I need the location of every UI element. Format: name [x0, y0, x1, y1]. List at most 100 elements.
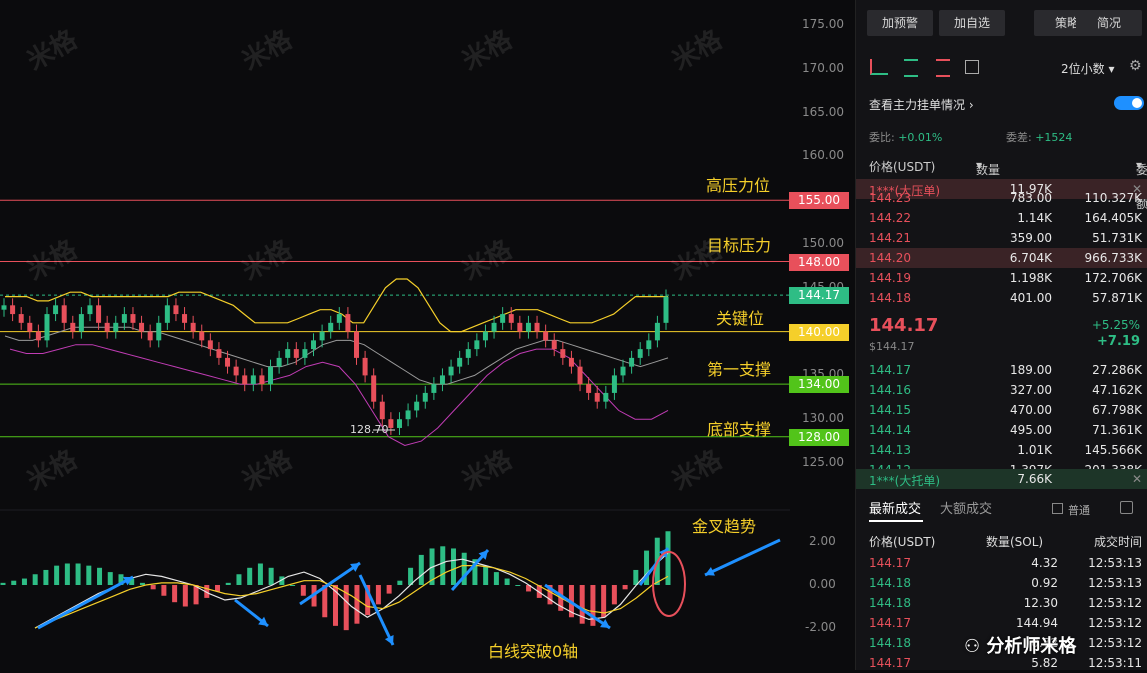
ask-row[interactable]: 144.23 783.00 110.327K	[856, 188, 1147, 208]
candle-body	[10, 305, 16, 315]
chart-area[interactable]: 高压力位 目标压力 关键位 第一支撑 底部支撑 金叉趋势 白线突破0轴 128.…	[0, 0, 855, 670]
macd-tick-label: -2.00	[805, 620, 837, 634]
candle-body	[525, 322, 531, 332]
candle-body	[293, 349, 299, 358]
bid-row[interactable]: 144.16 327.00 47.162K	[856, 380, 1147, 400]
bid-view-icon[interactable]	[904, 59, 918, 77]
trade-col-qty: 数量(SOL)	[986, 535, 1044, 549]
candle-body	[371, 375, 377, 402]
candle-body	[70, 322, 76, 332]
candle-body	[577, 366, 583, 385]
row-qty: 401.00	[1010, 291, 1052, 305]
col-qty[interactable]: 数量 (SOL) ▾	[976, 158, 1009, 192]
candle-body	[353, 331, 359, 358]
tab-latest-trades[interactable]: 最新成交	[869, 498, 921, 517]
macd-tick-label: 0.00	[809, 577, 836, 591]
row-total: 67.798K	[1092, 403, 1142, 417]
y-tick-label: 130.00	[802, 411, 844, 426]
toggle-knob	[1132, 98, 1142, 108]
bid-row[interactable]: 144.14 495.00 71.361K	[856, 420, 1147, 440]
both-side-view-icon[interactable]	[870, 59, 888, 75]
macd-bar	[247, 567, 253, 585]
change-abs: +7.19	[1097, 334, 1140, 349]
candle-body	[663, 296, 669, 323]
candle-body	[465, 349, 471, 358]
macd-tick-label: 2.00	[809, 534, 836, 548]
precision-select[interactable]: 2位小数 ▾	[1061, 60, 1114, 77]
macd-bar	[397, 580, 403, 585]
candle-body	[302, 349, 308, 358]
layout-icon[interactable]	[965, 60, 979, 74]
trade-col-price: 价格(USDT)	[869, 535, 936, 549]
main-order-toggle[interactable]	[1114, 96, 1144, 110]
trade-time: 12:53:13	[1088, 556, 1142, 570]
candle-body	[654, 322, 660, 341]
candle-body	[448, 366, 454, 376]
candle-body	[500, 314, 506, 323]
trade-time: 12:53:12	[1088, 596, 1142, 610]
y-tick-label: 165.00	[802, 104, 844, 119]
candle-body	[35, 331, 41, 341]
annotation-golden-cross: 金叉趋势	[692, 517, 757, 536]
row-price: 144.18	[869, 291, 911, 305]
bid-row[interactable]: 144.15 470.00 67.798K	[856, 400, 1147, 420]
candle-body	[439, 375, 445, 385]
row-price: 144.20	[869, 251, 911, 265]
macd-bar	[493, 572, 499, 585]
tab-large-trades[interactable]: 大额成交	[940, 498, 992, 517]
candle-body	[388, 419, 394, 428]
trade-qty: 0.92	[1031, 576, 1058, 590]
wei-bi: 委比: +0.01%	[869, 129, 942, 145]
ask-row[interactable]: 144.20 6.704K 966.733K	[856, 248, 1147, 268]
macd-bar	[161, 585, 167, 596]
macd-bar	[32, 574, 38, 585]
order-book-panel: 加预警 加自选 策略 简况 2位小数 ▾ ⚙ 查看主力挂单情况 › 委比: +0…	[855, 0, 1147, 670]
candle-body	[482, 331, 488, 341]
add-alert-button[interactable]: 加预警	[867, 10, 933, 36]
candle-body	[534, 322, 540, 332]
candle-body	[603, 392, 609, 402]
ask-row[interactable]: 144.21 359.00 51.731K	[856, 228, 1147, 248]
ask-row[interactable]: 144.22 1.14K 164.405K	[856, 208, 1147, 228]
macd-bar	[225, 582, 231, 585]
candle-body	[637, 349, 643, 358]
ask-row[interactable]: 144.18 401.00 57.871K	[856, 288, 1147, 308]
row-total: 57.871K	[1092, 291, 1142, 305]
candle-body	[139, 322, 145, 332]
bid-row[interactable]: 144.13 1.01K 145.566K	[856, 440, 1147, 460]
candle-body	[491, 322, 497, 332]
macd-bar	[515, 585, 521, 586]
col-total[interactable]: 委托额 ▾	[1136, 158, 1147, 211]
change-percent: +5.25%	[1091, 318, 1140, 332]
candle-body	[207, 340, 213, 350]
trade-row: 144.18 12.30 12:53:12	[856, 593, 1147, 613]
overview-button[interactable]: 简况	[1076, 10, 1142, 36]
brand-text: 分析师米格	[986, 636, 1077, 657]
normal-checkbox[interactable]	[1052, 503, 1063, 514]
candle-body	[594, 392, 600, 402]
ask-row[interactable]: 144.19 1.198K 172.706K	[856, 268, 1147, 288]
price-chart[interactable]	[0, 0, 855, 670]
macd-bar	[450, 548, 456, 585]
big-bid-row[interactable]: 1***(大托单) 7.66K ✕	[856, 469, 1147, 489]
trade-qty: 5.82	[1031, 656, 1058, 670]
candle-body	[311, 340, 317, 350]
main-order-link[interactable]: 查看主力挂单情况 ›	[869, 96, 974, 113]
ask-view-icon[interactable]	[936, 59, 950, 77]
wei-bi-value: +0.01%	[898, 131, 943, 144]
bid-row[interactable]: 144.17 189.00 27.286K	[856, 360, 1147, 380]
settings-gear-icon[interactable]: ⚙	[1129, 58, 1142, 74]
close-icon[interactable]: ✕	[1132, 472, 1142, 486]
trade-row: 144.18 0.92 12:53:13	[856, 573, 1147, 593]
candle-body	[543, 331, 549, 341]
add-watchlist-button[interactable]: 加自选	[939, 10, 1005, 36]
macd-bar	[43, 569, 49, 585]
candle-body	[611, 375, 617, 393]
macd-bar	[440, 546, 446, 585]
candle-body	[268, 366, 274, 385]
wei-bi-label: 委比:	[869, 131, 895, 144]
trade-price: 144.18	[869, 576, 911, 590]
filter-icon[interactable]	[1120, 501, 1133, 514]
row-total: 164.405K	[1084, 211, 1143, 225]
big-bid-qty: 7.66K	[1017, 472, 1052, 486]
